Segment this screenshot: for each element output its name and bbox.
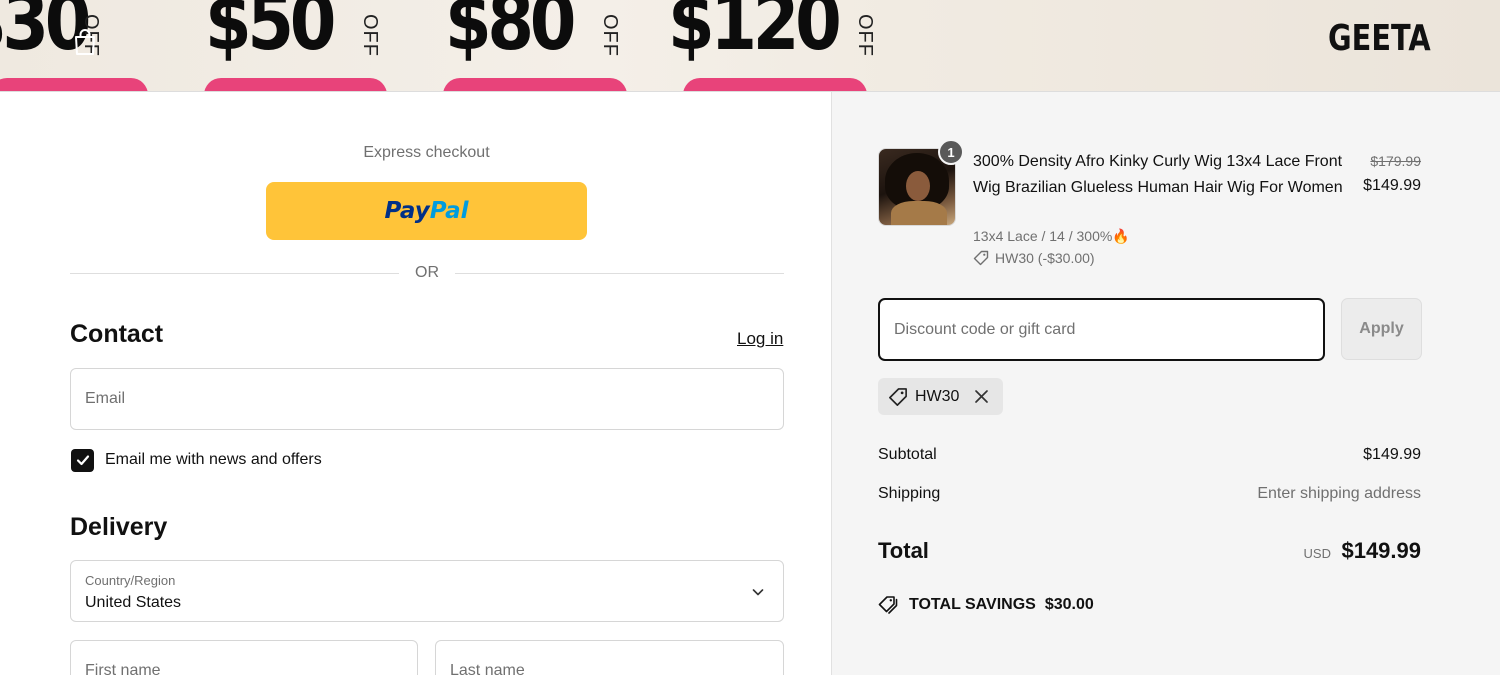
chevron-down-icon bbox=[752, 589, 764, 596]
order-summary: 1 300% Density Afro Kinky Curly Wig 13x4… bbox=[831, 92, 1500, 675]
or-label: OR bbox=[415, 264, 439, 281]
applied-discount-tag: HW30 bbox=[878, 378, 1003, 415]
product-title: 300% Density Afro Kinky Curly Wig 13x4 L… bbox=[973, 153, 1343, 196]
discount-code-input[interactable] bbox=[878, 298, 1325, 361]
first-name-field[interactable]: First name bbox=[70, 640, 418, 675]
express-checkout-label: Express checkout bbox=[363, 144, 490, 161]
paypal-button[interactable]: PayPal bbox=[266, 182, 587, 240]
newsletter-option[interactable]: Email me with news and offers bbox=[71, 448, 322, 472]
apply-button[interactable]: Apply bbox=[1341, 298, 1422, 360]
total-savings: TOTAL SAVINGS $30.00 bbox=[878, 595, 1094, 615]
log-in-link[interactable]: Log in bbox=[737, 329, 783, 349]
applied-code: HW30 bbox=[915, 387, 960, 405]
promo-pill bbox=[0, 78, 148, 91]
current-price: $149.99 bbox=[1363, 177, 1421, 194]
or-divider: OR bbox=[70, 264, 784, 284]
quantity-badge: 1 bbox=[938, 139, 964, 165]
country-value: United States bbox=[85, 594, 182, 611]
paypal-logo: PayPal bbox=[384, 198, 469, 224]
savings-label: TOTAL SAVINGS bbox=[909, 596, 1036, 613]
promo-pill bbox=[443, 78, 627, 91]
email-field[interactable]: Email bbox=[70, 368, 784, 430]
promo-amount: $80 bbox=[445, 0, 576, 68]
subtotal-label: Subtotal bbox=[878, 446, 937, 463]
total-label: Total bbox=[878, 538, 929, 563]
tag-icon bbox=[889, 387, 907, 406]
product-discount-text: HW30 (-$30.00) bbox=[995, 250, 1095, 266]
checkmark-icon bbox=[76, 455, 89, 466]
newsletter-label: Email me with news and offers bbox=[105, 451, 322, 468]
promo-pill bbox=[683, 78, 867, 91]
promo-amount: $50 bbox=[205, 0, 336, 68]
promo-off: OFF bbox=[854, 14, 876, 57]
email-placeholder: Email bbox=[85, 390, 126, 407]
newsletter-checkbox[interactable] bbox=[71, 448, 94, 472]
shipping-value: Enter shipping address bbox=[1257, 485, 1421, 502]
country-label: Country/Region bbox=[85, 573, 176, 588]
shipping-label: Shipping bbox=[878, 485, 941, 502]
promo-pill bbox=[204, 78, 387, 91]
tag-icon bbox=[973, 250, 989, 266]
country-select[interactable]: Country/Region United States bbox=[70, 560, 784, 622]
product-discount: HW30 (-$30.00) bbox=[973, 250, 1095, 266]
subtotal-value: $149.99 bbox=[1363, 446, 1421, 463]
currency-code: USD bbox=[1303, 546, 1331, 561]
last-name-placeholder: Last name bbox=[450, 662, 525, 675]
delivery-heading: Delivery bbox=[70, 513, 168, 541]
promo-banner: $30 OFF $50 OFF $80 OFF $120 OFF GEETA bbox=[0, 0, 1500, 92]
promo-amount: $120 bbox=[668, 0, 842, 68]
savings-value: $30.00 bbox=[1044, 596, 1094, 613]
checkout-form: Express checkout PayPal OR Contact Log i… bbox=[0, 92, 831, 675]
brand-logo[interactable]: GEETA bbox=[1328, 18, 1431, 59]
tags-icon bbox=[878, 596, 898, 614]
total-value: $149.99 bbox=[1341, 538, 1421, 563]
last-name-field[interactable]: Last name bbox=[435, 640, 784, 675]
remove-discount-icon[interactable] bbox=[973, 388, 990, 405]
fire-emoji-icon: 🔥 bbox=[1112, 228, 1130, 244]
promo-off: OFF bbox=[599, 14, 621, 57]
original-price: $179.99 bbox=[1370, 153, 1421, 169]
first-name-placeholder: First name bbox=[85, 662, 161, 675]
product-variant: 13x4 Lace / 14 / 300%🔥 bbox=[973, 228, 1130, 244]
promo-off: OFF bbox=[359, 14, 381, 57]
shopping-bag-icon[interactable] bbox=[72, 28, 98, 56]
contact-heading: Contact bbox=[70, 320, 164, 348]
